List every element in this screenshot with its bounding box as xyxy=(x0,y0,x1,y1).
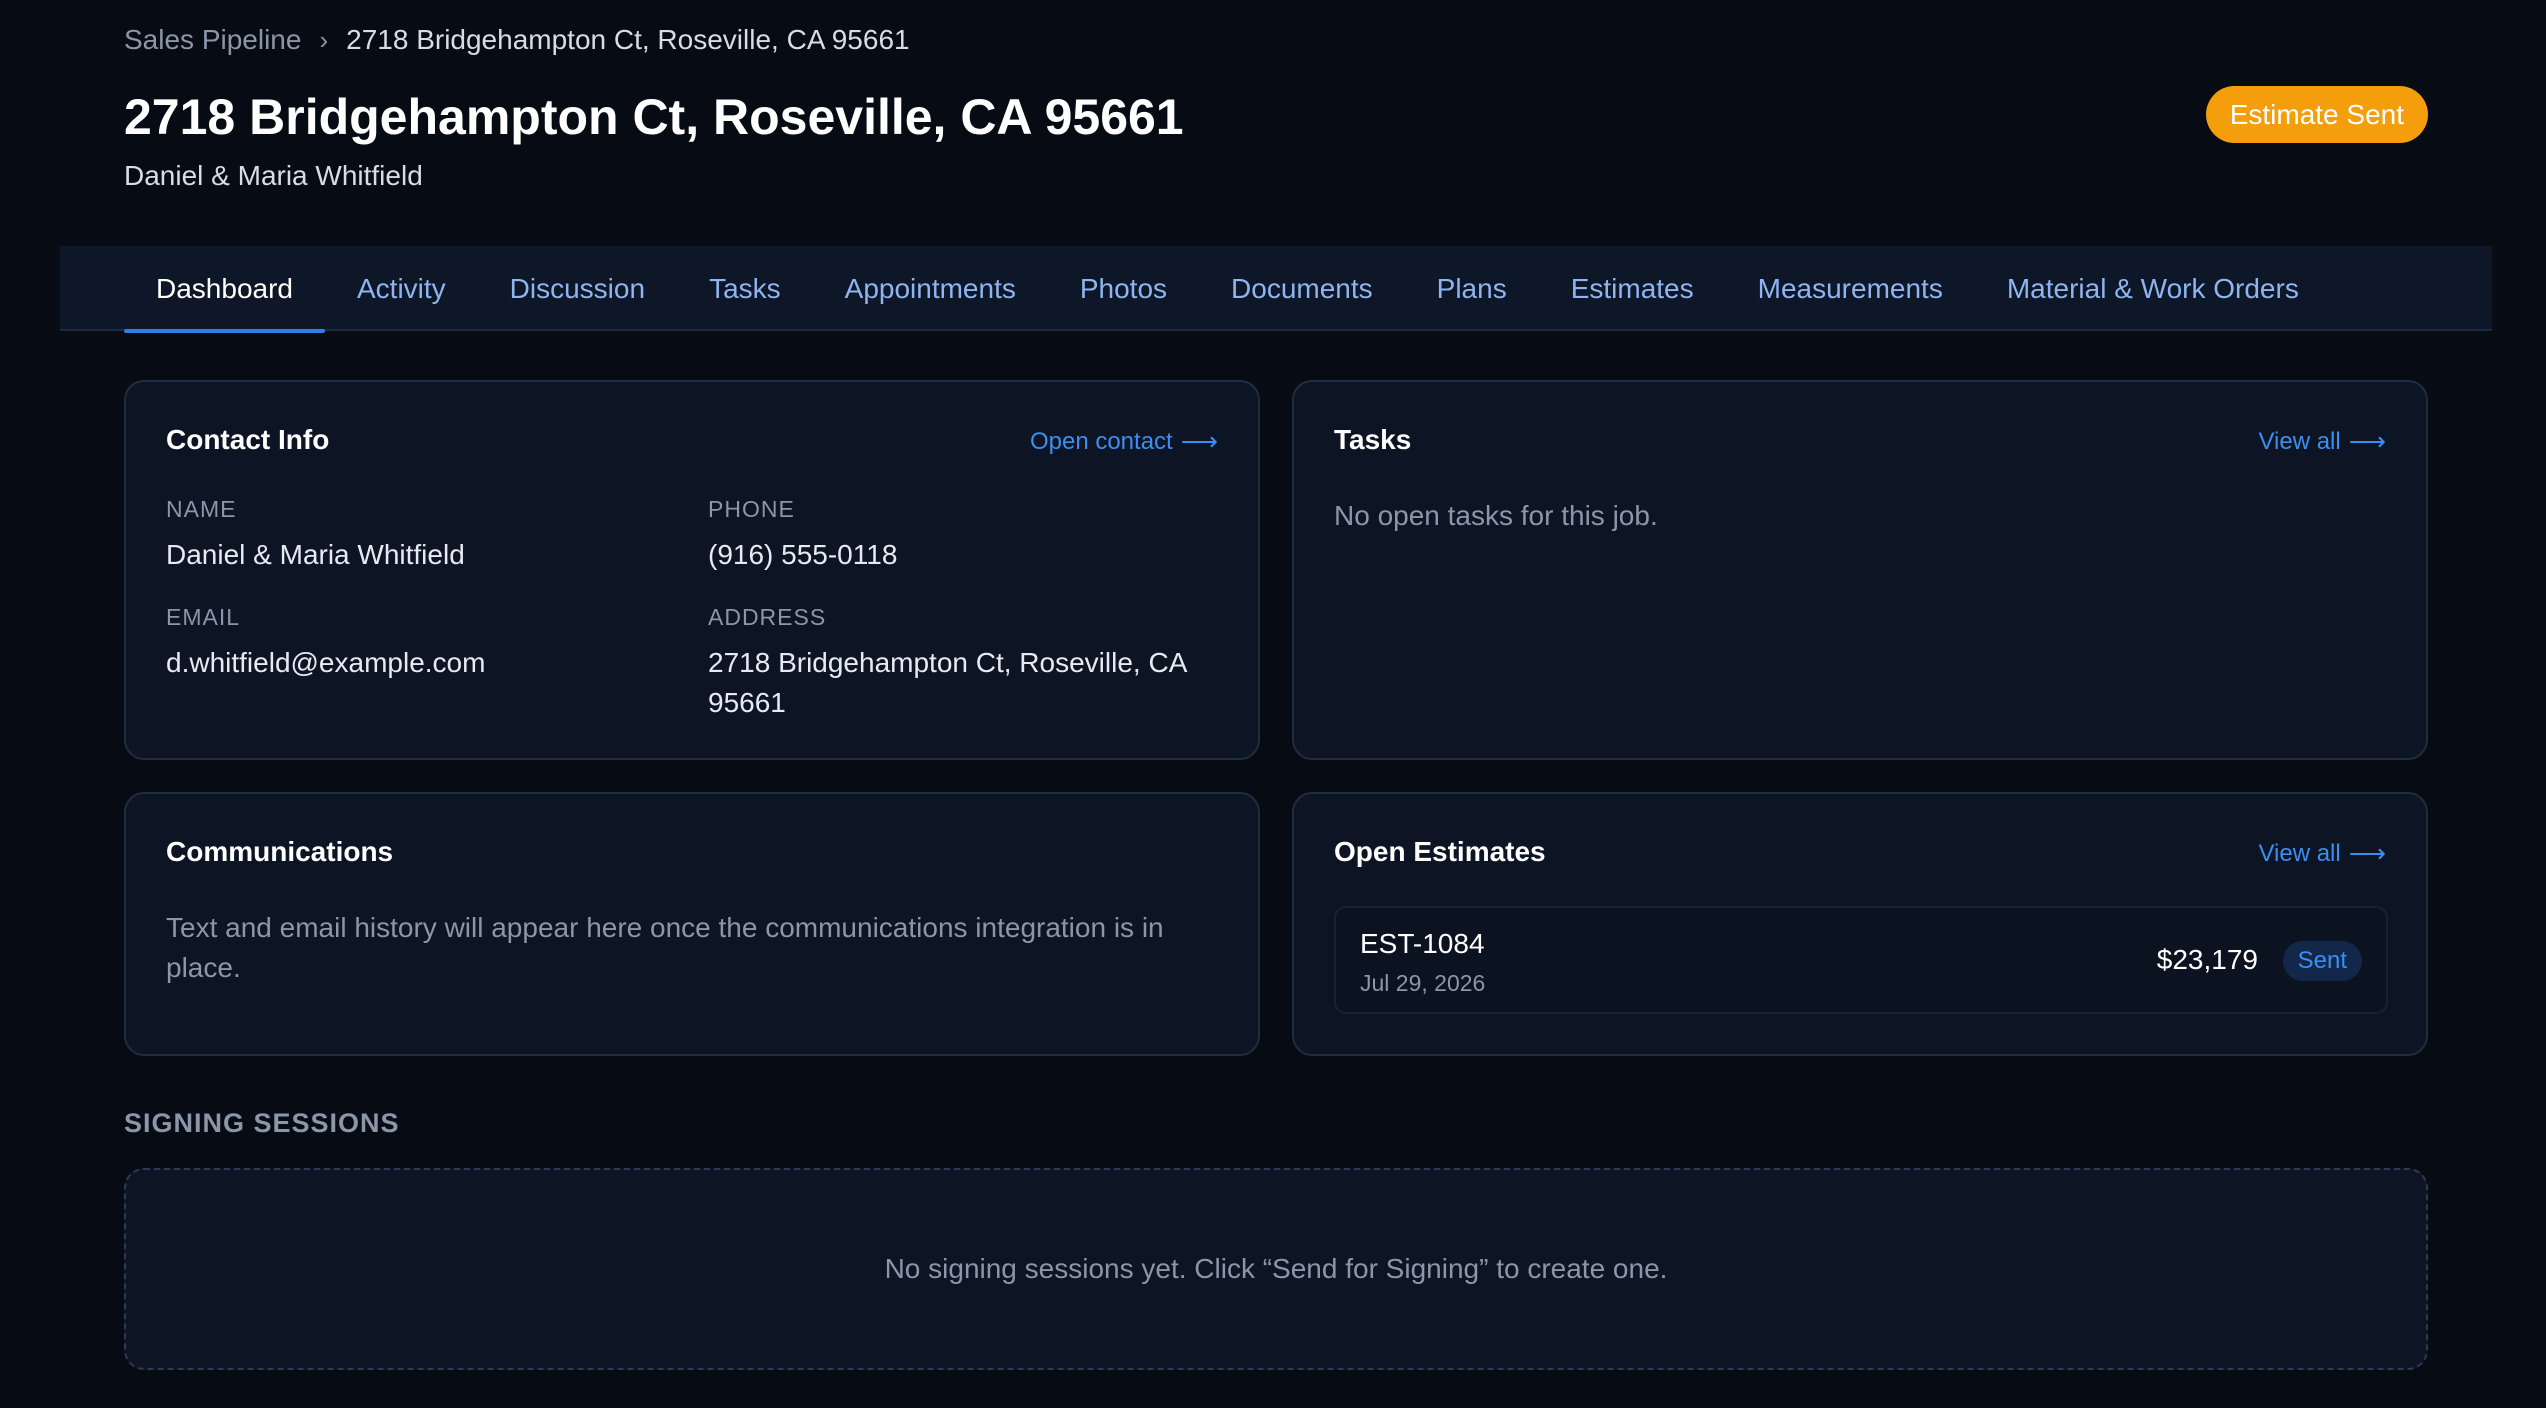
open-contact-link[interactable]: Open contact ⟶ xyxy=(1030,426,1218,457)
tasks-card: Tasks View all ⟶ No open tasks for this … xyxy=(1292,380,2428,760)
email-field: EMAIL d.whitfield@example.com xyxy=(166,604,666,683)
contact-email[interactable]: d.whitfield@example.com xyxy=(166,643,666,683)
estimate-number: EST-1084 xyxy=(1360,928,1485,959)
tab-discussion[interactable]: Discussion xyxy=(478,246,677,331)
phone-field: PHONE (916) 555-0118 xyxy=(708,496,1228,575)
page-subtitle: Daniel & Maria Whitfield xyxy=(124,160,423,191)
open-contact-label: Open contact xyxy=(1029,427,1173,455)
contact-name: Daniel & Maria Whitfield xyxy=(166,539,465,570)
estimates-view-all-link[interactable]: View all ⟶ xyxy=(2258,838,2386,869)
job-dashboard-page: Sales Pipeline › 2718 Bridgehampton Ct, … xyxy=(0,0,2546,1408)
tab-tasks[interactable]: Tasks xyxy=(677,246,813,331)
contact-address: 2718 Bridgehampton Ct, Roseville, CA 956… xyxy=(708,647,1186,718)
tab-appointments[interactable]: Appointments xyxy=(813,246,1048,331)
tab-photos[interactable]: Photos xyxy=(1048,246,1199,331)
breadcrumb-current: 2718 Bridgehampton Ct, Roseville, CA 956… xyxy=(346,24,910,55)
view-all-label: View all xyxy=(2258,839,2341,867)
communications-card: Communications Text and email history wi… xyxy=(124,792,1260,1056)
tab-dashboard[interactable]: Dashboard xyxy=(124,246,325,333)
tasks-view-all-link[interactable]: View all ⟶ xyxy=(2258,426,2386,457)
estimate-amount: $23,179 xyxy=(2156,944,2258,975)
tab-estimates[interactable]: Estimates xyxy=(1539,246,1726,331)
arrow-right-icon: ⟶ xyxy=(2348,838,2386,868)
signing-sessions-empty-state: No signing sessions yet. Click “Send for… xyxy=(124,1168,2428,1370)
card-title: Tasks xyxy=(1334,424,1412,455)
card-title: Communications xyxy=(166,836,394,867)
chevron-right-icon: › xyxy=(319,24,329,55)
name-field: NAME Daniel & Maria Whitfield xyxy=(166,496,666,575)
estimate-row[interactable]: EST-1084 Jul 29, 2026 $23,179 Sent xyxy=(1334,906,2388,1014)
card-title: Contact Info xyxy=(166,424,330,455)
field-label: EMAIL xyxy=(166,604,241,630)
tab-measurements[interactable]: Measurements xyxy=(1726,246,1975,331)
breadcrumb: Sales Pipeline › 2718 Bridgehampton Ct, … xyxy=(124,24,910,56)
status-badge[interactable]: Estimate Sent xyxy=(2205,86,2428,143)
tab-plans[interactable]: Plans xyxy=(1405,246,1539,331)
field-label: PHONE xyxy=(708,496,795,522)
contact-info-card: Contact Info Open contact ⟶ NAME Daniel … xyxy=(124,380,1260,760)
view-all-label: View all xyxy=(2258,427,2341,455)
page-title: 2718 Bridgehampton Ct, Roseville, CA 956… xyxy=(124,89,1184,145)
open-estimates-card: Open Estimates View all ⟶ EST-1084 Jul 2… xyxy=(1292,792,2428,1056)
field-label: ADDRESS xyxy=(708,604,827,630)
signing-empty-message: No signing sessions yet. Click “Send for… xyxy=(884,1253,1668,1284)
arrow-right-icon: ⟶ xyxy=(1180,426,1218,456)
tab-activity[interactable]: Activity xyxy=(325,246,478,331)
contact-phone[interactable]: (916) 555-0118 xyxy=(708,535,1228,575)
arrow-right-icon: ⟶ xyxy=(2348,426,2386,456)
breadcrumb-sales-pipeline[interactable]: Sales Pipeline xyxy=(124,24,301,56)
tab-material-work-orders[interactable]: Material & Work Orders xyxy=(1975,246,2331,331)
tab-bar: Dashboard Activity Discussion Tasks Appo… xyxy=(60,246,2492,333)
estimate-date: Jul 29, 2026 xyxy=(1360,970,1486,996)
tasks-empty-message: No open tasks for this job. xyxy=(1334,500,1658,531)
signing-sessions-heading: SIGNING SESSIONS xyxy=(124,1108,400,1138)
estimate-status-badge: Sent xyxy=(2282,941,2362,981)
field-label: NAME xyxy=(166,496,237,522)
tab-documents[interactable]: Documents xyxy=(1199,246,1405,331)
card-title: Open Estimates xyxy=(1334,836,1546,867)
communications-empty-message: Text and email history will appear here … xyxy=(166,912,1164,983)
address-field: ADDRESS 2718 Bridgehampton Ct, Roseville… xyxy=(708,604,1228,723)
